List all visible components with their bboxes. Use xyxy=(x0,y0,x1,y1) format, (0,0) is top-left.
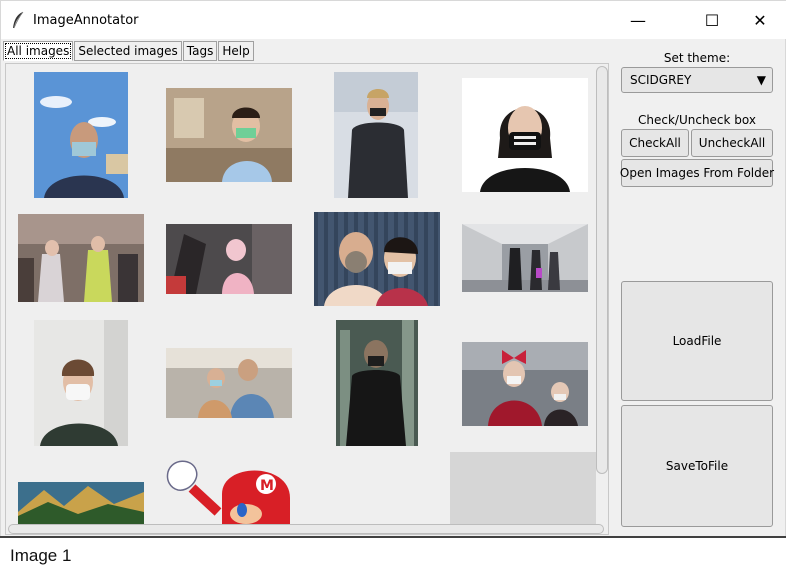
image-caption: Image 1 xyxy=(10,546,72,565)
window-title: ImageAnnotator xyxy=(33,13,139,28)
vertical-scrollbar[interactable] xyxy=(596,66,608,474)
svg-text:M: M xyxy=(260,478,274,494)
thumb-stroller-child[interactable] xyxy=(166,224,292,294)
thumb-girls-bow-masks[interactable] xyxy=(462,342,588,426)
open-images-folder-button[interactable]: Open Images From Folder xyxy=(620,159,774,187)
thumb-couple-gas-mask[interactable] xyxy=(314,212,440,306)
window-bottom-edge xyxy=(0,536,786,538)
thumb-woman-white-mask[interactable] xyxy=(34,320,128,446)
thumb-man-train-mask[interactable] xyxy=(336,320,418,446)
close-icon: ✕ xyxy=(753,10,767,30)
tab-bar: All images Selected images Tags Help xyxy=(3,41,255,61)
minimize-icon: — xyxy=(630,10,646,30)
dropdown-arrow-icon: ▼ xyxy=(756,73,766,87)
empty-placeholder xyxy=(450,452,596,526)
tab-tags[interactable]: Tags xyxy=(182,41,218,61)
check-uncheck-label: Check/Uncheck box xyxy=(638,113,756,127)
thumb-woman-skull-mask[interactable] xyxy=(462,78,588,192)
thumb-man-blue-sky-mask[interactable] xyxy=(34,72,128,198)
theme-select-value: SCIDGREY xyxy=(630,73,692,87)
tab-help[interactable]: Help xyxy=(218,41,254,61)
close-button[interactable]: ✕ xyxy=(737,7,783,33)
image-gallery: M xyxy=(5,63,609,535)
check-all-button[interactable]: CheckAll xyxy=(621,129,689,157)
maximize-button[interactable]: ☐ xyxy=(689,7,735,33)
maximize-icon: ☐ xyxy=(704,10,720,30)
feather-icon xyxy=(13,11,24,29)
thumb-subway-walkers[interactable] xyxy=(462,224,588,292)
thumb-street-crowd-masks[interactable] xyxy=(18,214,144,302)
save-to-file-button[interactable]: SaveToFile xyxy=(621,405,773,527)
app-window: ImageAnnotator — ☐ ✕ All images Selected… xyxy=(0,0,786,538)
thumb-cartoon-plumber[interactable]: M xyxy=(166,458,292,524)
load-file-button[interactable]: LoadFile xyxy=(621,281,773,401)
minimize-button[interactable]: — xyxy=(615,7,661,33)
thumb-parent-child-airport[interactable] xyxy=(166,348,292,418)
theme-select[interactable]: SCIDGREY ▼ xyxy=(621,67,773,93)
tab-selected-images[interactable]: Selected images xyxy=(74,41,182,61)
horizontal-scrollbar[interactable] xyxy=(8,524,604,534)
thumb-girl-green-mask[interactable] xyxy=(166,88,292,182)
tab-all-images[interactable]: All images xyxy=(3,41,74,61)
title-bar: ImageAnnotator — ☐ ✕ xyxy=(1,1,786,39)
uncheck-all-button[interactable]: UncheckAll xyxy=(691,129,773,157)
theme-label: Set theme: xyxy=(663,51,731,65)
thumb-mountain-landscape[interactable] xyxy=(18,482,144,524)
thumb-woman-jacket-mask[interactable] xyxy=(334,72,418,198)
